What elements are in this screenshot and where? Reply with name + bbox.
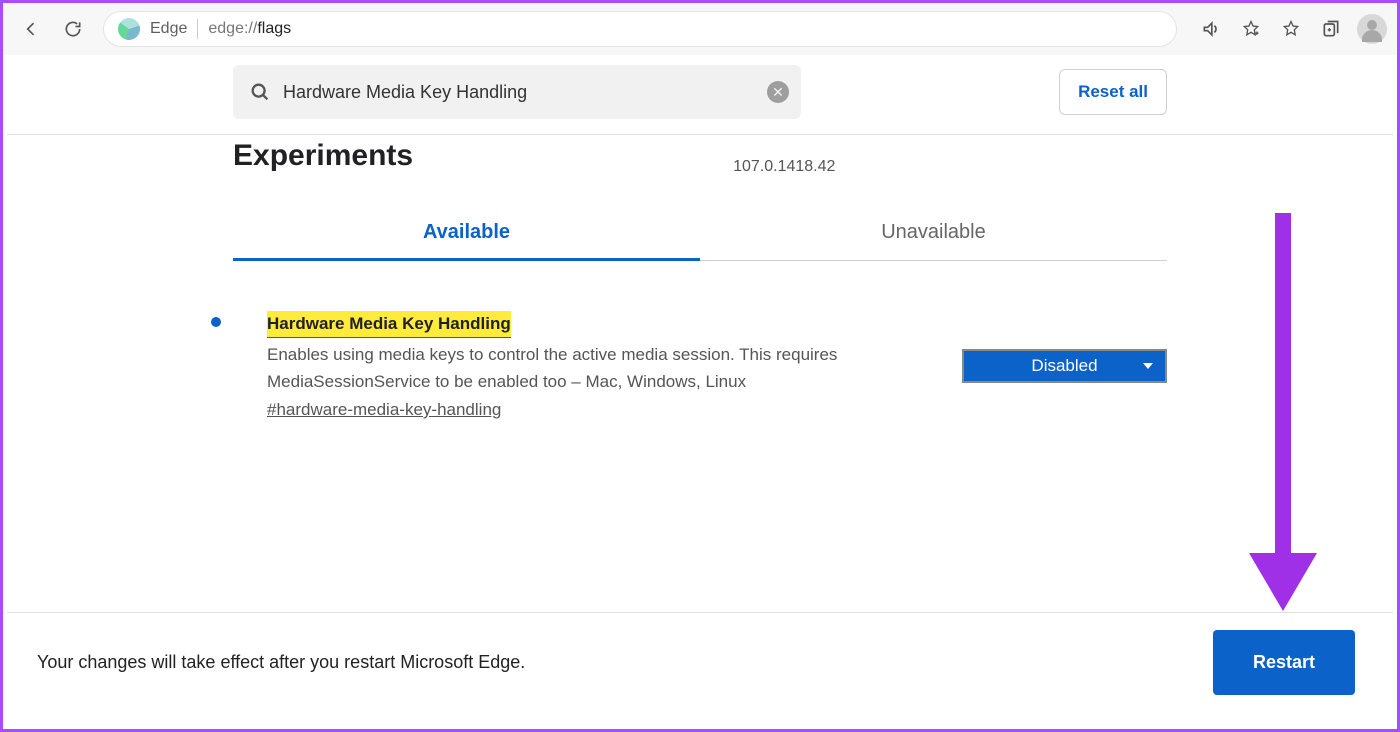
divider — [7, 134, 1393, 135]
tab-unavailable[interactable]: Unavailable — [700, 205, 1167, 260]
tabs: Available Unavailable — [233, 205, 1167, 261]
annotation-arrow-icon — [1259, 213, 1307, 613]
flag-row: Hardware Media Key Handling Enables usin… — [3, 261, 1397, 423]
reset-all-button[interactable]: Reset all — [1059, 69, 1167, 115]
flag-state-select[interactable]: Disabled — [962, 349, 1167, 383]
toolbar-right — [1193, 11, 1387, 47]
browser-toolbar: Edge edge://flags — [3, 3, 1397, 55]
separator — [197, 19, 198, 39]
profile-avatar[interactable] — [1357, 14, 1387, 44]
search-input[interactable] — [283, 82, 767, 103]
restart-footer: Your changes will take effect after you … — [7, 602, 1393, 723]
search-field[interactable]: ✕ — [233, 65, 801, 119]
flag-description: Enables using media keys to control the … — [267, 342, 867, 395]
collections-icon[interactable] — [1313, 11, 1349, 47]
back-button[interactable] — [13, 11, 49, 47]
browser-label: Edge — [150, 20, 187, 38]
search-icon — [249, 81, 271, 103]
refresh-button[interactable] — [55, 11, 91, 47]
page-content: ✕ Reset all Experiments 107.0.1418.42 Av… — [3, 55, 1397, 423]
modified-dot-icon — [211, 317, 221, 327]
flag-hash: #hardware-media-key-handling — [267, 397, 922, 423]
add-favorite-icon[interactable] — [1233, 11, 1269, 47]
restart-message: Your changes will take effect after you … — [37, 652, 525, 673]
read-aloud-icon[interactable] — [1193, 11, 1229, 47]
favorites-icon[interactable] — [1273, 11, 1309, 47]
flag-title: Hardware Media Key Handling — [267, 311, 511, 338]
version-text: 107.0.1418.42 — [733, 158, 835, 176]
page-title: Experiments — [233, 139, 413, 173]
tab-available[interactable]: Available — [233, 205, 700, 261]
edge-logo-icon — [118, 18, 140, 40]
clear-search-icon[interactable]: ✕ — [767, 81, 789, 103]
address-bar[interactable]: Edge edge://flags — [103, 11, 1177, 47]
url-text: edge://flags — [208, 20, 291, 38]
restart-button[interactable]: Restart — [1213, 630, 1355, 695]
